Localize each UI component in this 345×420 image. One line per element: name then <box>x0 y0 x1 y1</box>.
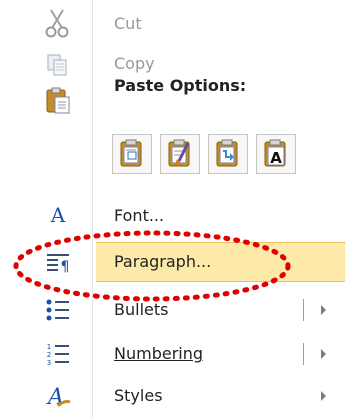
scissors-icon <box>38 4 78 44</box>
font-icon: A <box>38 196 78 236</box>
menu-item-font[interactable]: A Font... <box>0 196 345 236</box>
menu-item-numbering[interactable]: 1 2 3 Numbering <box>0 334 345 374</box>
menu-item-paragraph-label: Paragraph... <box>114 252 212 271</box>
styles-icon: A <box>38 376 78 416</box>
svg-text:¶: ¶ <box>61 259 70 275</box>
paragraph-icon: ¶ <box>38 242 78 282</box>
paste-keep-source-formatting-button[interactable] <box>112 134 152 174</box>
paste-options-heading: Paste Options: <box>114 76 247 95</box>
submenu-arrow-icon[interactable] <box>321 391 326 401</box>
svg-text:A: A <box>50 203 66 227</box>
svg-text:A: A <box>46 385 64 410</box>
paste-merge-formatting-button[interactable] <box>160 134 200 174</box>
keep-source-formatting-icon <box>120 139 142 167</box>
link-paste-icon <box>216 139 238 167</box>
menu-item-copy-label: Copy <box>114 54 155 73</box>
submenu-arrow-icon[interactable] <box>321 305 326 315</box>
merge-formatting-icon <box>168 139 190 167</box>
menu-item-numbering-label: Numbering <box>114 344 204 363</box>
svg-text:1: 1 <box>47 343 51 351</box>
menu-item-styles-label: Styles <box>114 386 163 405</box>
svg-text:3: 3 <box>47 359 51 367</box>
split-button-divider <box>303 299 304 321</box>
paste-link-button[interactable] <box>208 134 248 174</box>
menu-item-styles[interactable]: A Styles <box>0 376 345 416</box>
keep-text-only-icon: A <box>264 139 286 167</box>
clipboard-icon <box>38 82 78 122</box>
svg-text:A: A <box>270 149 282 167</box>
menu-item-cut[interactable]: Cut <box>0 4 345 44</box>
split-button-divider <box>303 343 304 365</box>
copy-icon <box>38 44 78 84</box>
menu-item-bullets-label: Bullets <box>114 300 169 319</box>
context-menu: Cut Copy Paste Options: A A Font... ¶ Pa… <box>0 0 345 419</box>
menu-item-cut-label: Cut <box>114 14 142 33</box>
bullets-icon <box>38 290 78 330</box>
menu-item-font-label: Font... <box>114 206 165 225</box>
svg-text:2: 2 <box>47 351 51 359</box>
submenu-arrow-icon[interactable] <box>321 349 326 359</box>
paste-text-only-button[interactable]: A <box>256 134 296 174</box>
numbering-icon: 1 2 3 <box>38 334 78 374</box>
menu-item-paragraph[interactable]: ¶ Paragraph... <box>0 242 345 282</box>
menu-item-bullets[interactable]: Bullets <box>0 290 345 330</box>
